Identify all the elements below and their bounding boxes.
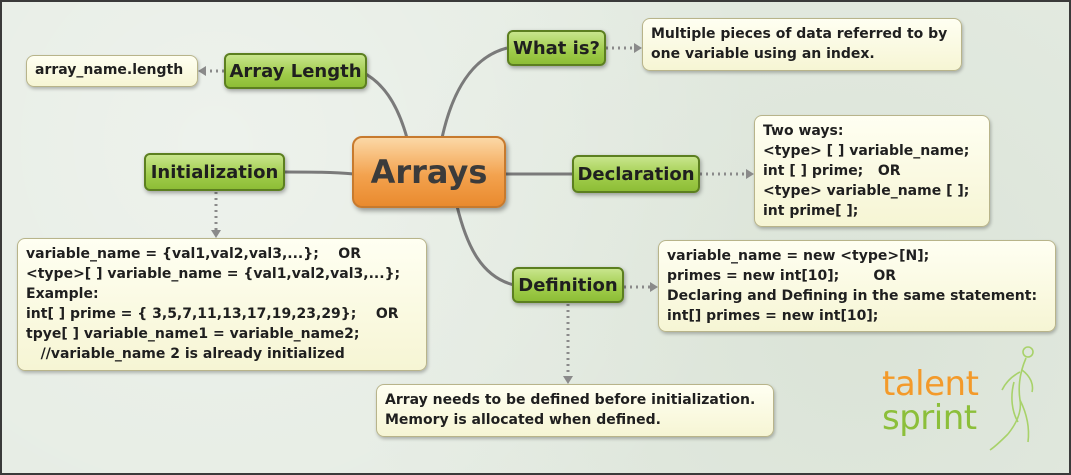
- note-line: int[] primes = new int[10];: [667, 308, 879, 324]
- topic-array-length[interactable]: Array Length: [224, 53, 367, 89]
- talentsprint-logo: talent sprint: [880, 342, 1040, 457]
- arrowhead: [198, 66, 206, 76]
- note-line: <type> variable_name [ ];: [763, 183, 970, 199]
- note-line: int[ ] prime = { 3,5,7,11,13,17,19,23,29…: [26, 306, 399, 322]
- note-line: Multiple pieces of data referred to by: [651, 26, 948, 42]
- note-line: Two ways:: [763, 123, 844, 139]
- note-line: <type>[ ] variable_name = {val1,val2,val…: [26, 266, 401, 282]
- note-line: variable_name = new <type>[N];: [667, 248, 930, 264]
- topic-declaration[interactable]: Declaration: [572, 155, 700, 193]
- note-line: int [ ] prime; OR: [763, 163, 901, 179]
- arrowhead: [634, 43, 642, 53]
- mind-map-canvas: Arrays What is? Array Length Initializat…: [0, 0, 1071, 475]
- note-line: int prime[ ];: [763, 203, 859, 219]
- note-declaration: Two ways: <type> [ ] variable_name; int …: [754, 115, 990, 227]
- topic-what-is[interactable]: What is?: [507, 30, 606, 66]
- logo-text-sprint: sprint: [882, 398, 977, 438]
- note-line: variable_name = {val1,val2,val3,...}; OR: [26, 246, 361, 262]
- note-line: tpye[ ] variable_name1 = variable_name2;: [26, 326, 360, 342]
- note-array-length: array_name.length: [26, 55, 198, 87]
- note-line: Declaring and Defining in the same state…: [667, 288, 1038, 304]
- topic-initialization[interactable]: Initialization: [144, 153, 285, 191]
- note-line: Array needs to be defined before initial…: [385, 392, 756, 408]
- note-line: <type> [ ] variable_name;: [763, 143, 970, 159]
- note-definition: variable_name = new <type>[N]; primes = …: [658, 240, 1056, 332]
- note-line: Example:: [26, 286, 99, 302]
- central-topic-arrays[interactable]: Arrays: [352, 136, 506, 208]
- branch-array-length: [361, 70, 409, 139]
- note-line: Memory is allocated when defined.: [385, 412, 661, 428]
- branch-initialization: [284, 170, 355, 176]
- note-line: array_name.length: [35, 62, 184, 78]
- arrowhead: [563, 376, 573, 384]
- arrowhead: [746, 169, 754, 179]
- note-initialization: variable_name = {val1,val2,val3,...}; OR…: [17, 238, 427, 371]
- branch-definition: [455, 205, 515, 287]
- topic-definition[interactable]: Definition: [512, 267, 624, 303]
- note-line: one variable using an index.: [651, 46, 875, 62]
- branch-what-is: [440, 46, 508, 139]
- note-what-is: Multiple pieces of data referred to by o…: [642, 18, 962, 71]
- note-definition-extra: Array needs to be defined before initial…: [376, 384, 774, 437]
- note-line: //variable_name 2 is already initialized: [26, 346, 345, 362]
- arrowhead: [211, 230, 221, 238]
- arrowhead: [650, 282, 658, 292]
- note-line: primes = new int[10]; OR: [667, 268, 897, 284]
